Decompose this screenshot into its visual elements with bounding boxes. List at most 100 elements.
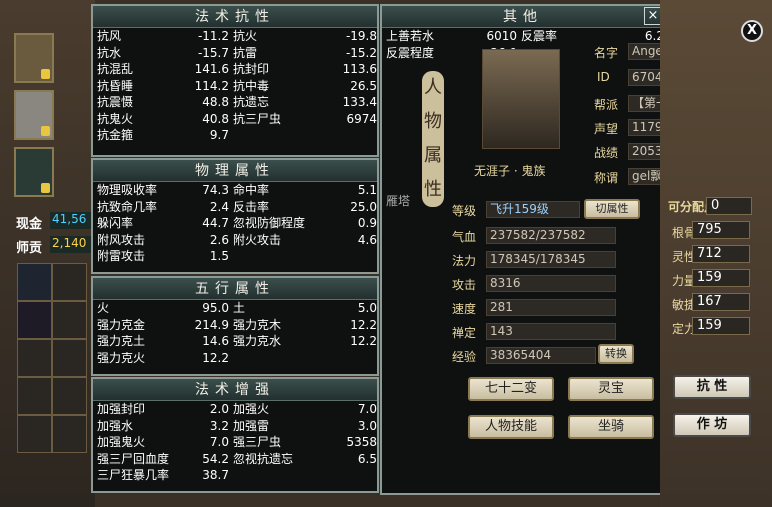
stat-value: 6010 xyxy=(486,29,518,43)
stat-name: 强力克土 xyxy=(97,334,146,348)
lock-icon xyxy=(41,69,50,79)
exchange-button[interactable]: 转换 xyxy=(598,344,634,364)
stat-value: 0.9 xyxy=(357,216,377,230)
bag-slot[interactable] xyxy=(52,377,87,415)
spd-field: 281 xyxy=(486,299,616,316)
stat-value: 7.0 xyxy=(357,402,377,416)
stat-value: 95.0 xyxy=(202,301,229,315)
stat-name: 附风攻击 xyxy=(97,232,146,247)
five-elements-panel: 五行属性 火 95.0 土 5.0 强力克金 214.9 强力克木 12.2 强力克土 14.6 强… xyxy=(91,276,379,376)
stat-value: 3.0 xyxy=(357,418,377,433)
spd-label: 速度 xyxy=(452,302,477,316)
bag-slot[interactable] xyxy=(52,339,87,377)
character-skills-button[interactable]: 人物技能 xyxy=(468,415,554,439)
hp-label: 气血 xyxy=(452,230,477,244)
stat-value: 133.4 xyxy=(342,95,377,109)
stat-value: 2.6 xyxy=(209,232,229,247)
equip-slot-cloak[interactable] xyxy=(14,33,54,83)
stat-value: 26.5 xyxy=(350,78,377,93)
stat-name: 强三尸回血度 xyxy=(97,451,170,466)
switch-attr-button[interactable]: 切属性 xyxy=(584,199,640,219)
stat-value: 6974 xyxy=(346,111,377,126)
shi-value: 2,140 xyxy=(50,236,92,253)
mount-button[interactable]: 坐骑 xyxy=(568,415,654,439)
workshop-button[interactable]: 作 坊 xyxy=(673,413,751,437)
stat-value: -11.2 xyxy=(197,29,229,43)
seventy-two-transform-button[interactable]: 七十二变 xyxy=(468,377,554,401)
stat-row: 抗昏睡 114.2 抗中毒 26.5 xyxy=(93,78,377,95)
focus-label: 禅定 xyxy=(452,326,477,340)
stat-name: 强力克火 xyxy=(97,350,146,365)
stat-name: 抗中毒 xyxy=(233,78,270,93)
stat-value: 14.6 xyxy=(202,334,229,348)
lock-icon xyxy=(41,126,50,136)
bag-slot[interactable] xyxy=(52,263,87,301)
stat-name: 抗鬼火 xyxy=(97,111,134,126)
stat-row: 强力克火 12.2 xyxy=(93,350,377,367)
bag-slot-pet[interactable] xyxy=(17,263,52,301)
exp-field: 38365404 xyxy=(486,347,596,364)
stat-value: 6.5 xyxy=(357,451,377,466)
id-label: ID xyxy=(597,70,610,84)
spell-boost-rows: 加强封印 2.0 加强火 7.0 加强水 3.2 加强雷 3.0 加强鬼火 7.0 强三尸虫 5358… xyxy=(93,401,377,484)
stat-value: 5.0 xyxy=(357,301,377,315)
stat-name: 附雷攻击 xyxy=(97,249,146,263)
stat-value: 74.3 xyxy=(202,183,229,197)
stat-name: 抗水 xyxy=(97,45,122,60)
stat-value: 2.0 xyxy=(209,402,229,416)
stat-value xyxy=(325,127,377,144)
equip-slot-staff[interactable] xyxy=(14,147,54,197)
close-icon[interactable]: X xyxy=(741,20,763,42)
stat-row: 火 95.0 土 5.0 xyxy=(93,300,377,317)
stat-row: 抗混乱 141.6 抗封印 113.6 xyxy=(93,61,377,78)
lock-icon xyxy=(41,183,50,193)
bag-slot-necklace[interactable] xyxy=(17,301,52,339)
stat-row: 强力克金 214.9 强力克木 12.2 xyxy=(93,317,377,334)
bag-slot[interactable] xyxy=(52,301,87,339)
stat-value: 54.2 xyxy=(202,451,229,466)
resist-button[interactable]: 抗 性 xyxy=(673,375,751,399)
stat-value: 712 xyxy=(692,245,750,263)
stat-row: 加强鬼火 7.0 强三尸虫 5358 xyxy=(93,434,377,451)
stat-row: 抗鬼火 40.8 抗三尸虫 6974 xyxy=(93,111,377,128)
stat-name: 抗金箍 xyxy=(97,128,134,142)
spell-resist-rows: 抗风 -11.2 抗火 -19.8 抗水 -15.7 抗雷 -15.2 抗混乱 141.6 抗封印 1… xyxy=(93,28,377,144)
stat-name: 抗风 xyxy=(97,29,122,43)
stat-row: 抗金箍 9.7 xyxy=(93,127,377,144)
other-title: 其他 xyxy=(382,6,664,28)
stat-row: 抗水 -15.7 抗雷 -15.2 xyxy=(93,45,377,62)
equip-slot-scroll[interactable] xyxy=(14,90,54,140)
free-points-value: 0 xyxy=(706,197,752,215)
stat-value xyxy=(325,467,377,484)
stat-name: 抗三尸虫 xyxy=(233,111,282,126)
stat-row: 抗震慑 48.8 抗遗忘 133.4 xyxy=(93,94,377,111)
stat-name xyxy=(233,350,325,367)
name-label: 名字 xyxy=(594,46,619,60)
stat-row: 附雷攻击 1.5 xyxy=(93,248,377,265)
stat-name xyxy=(233,127,325,144)
battle-label: 战绩 xyxy=(594,146,619,160)
stat-name: 加强水 xyxy=(97,418,134,433)
stat-value: 113.6 xyxy=(342,62,377,76)
bag-slot[interactable] xyxy=(52,415,87,453)
stat-name: 命中率 xyxy=(233,183,270,197)
spell-resist-panel: 法术抗性 抗风 -11.2 抗火 -19.8 抗水 -15.7 抗雷 -15.2 抗混乱 141.… xyxy=(91,4,379,157)
stat-name: 三尸狂暴几率 xyxy=(97,468,170,482)
stat-name: 加强鬼火 xyxy=(97,435,146,449)
bag-slot[interactable] xyxy=(17,339,52,377)
money-label: 现金 xyxy=(16,217,43,232)
physical-rows: 物理吸收率 74.3 命中率 5.1 抗致命几率 2.4 反击率 25.0 躲闪率 44.7 忽视防… xyxy=(93,182,377,265)
stat-name: 加强雷 xyxy=(233,418,270,433)
stat-name: 抗火 xyxy=(233,29,258,43)
bag-slot[interactable] xyxy=(17,377,52,415)
bag-slot[interactable] xyxy=(17,415,52,453)
title-label: 称谓 xyxy=(594,171,619,185)
stat-name xyxy=(233,467,325,484)
stat-value: -15.7 xyxy=(197,45,229,60)
stat-row: 抗风 -11.2 抗火 -19.8 xyxy=(93,28,377,45)
stat-name: 加强封印 xyxy=(97,402,146,416)
physical-panel: 物理属性 物理吸收率 74.3 命中率 5.1 抗致命几率 2.4 反击率 25.0 躲闪率 44… xyxy=(91,158,379,274)
stat-name: 强力克水 xyxy=(233,334,282,348)
lingbao-button[interactable]: 灵宝 xyxy=(568,377,654,401)
stat-name: 抗震慑 xyxy=(97,95,134,109)
